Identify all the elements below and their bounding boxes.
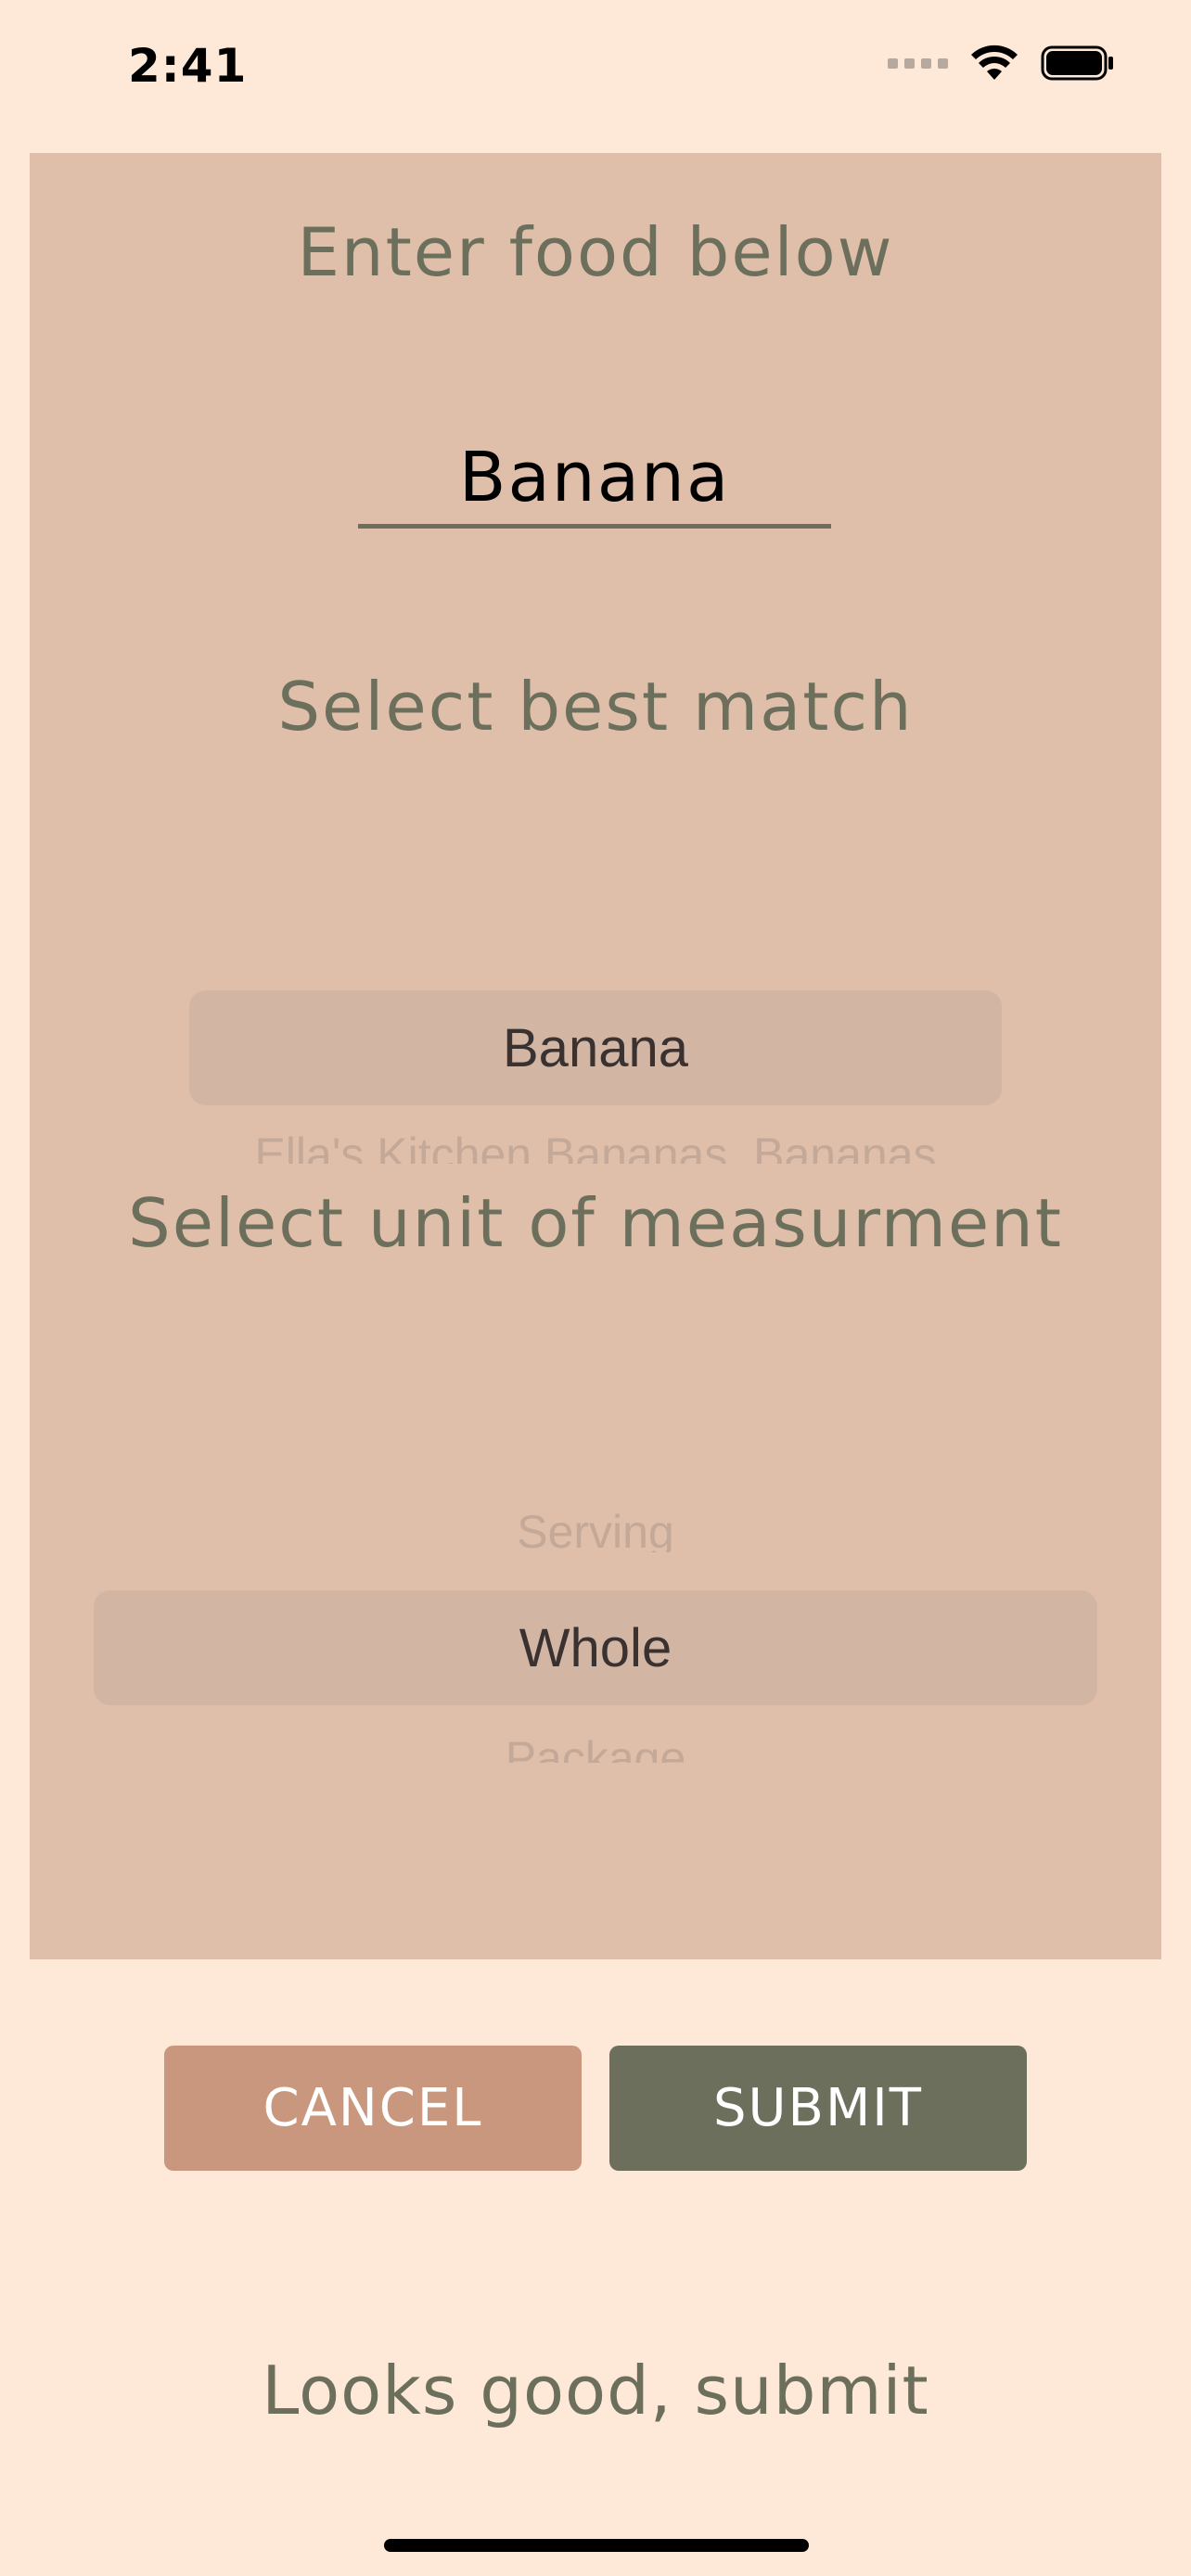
home-indicator[interactable]: [384, 2539, 809, 2552]
unit-picker-option-above[interactable]: Serving: [30, 1511, 1161, 1552]
unit-picker[interactable]: Serving Whole Package: [30, 1349, 1161, 1794]
food-input[interactable]: [358, 431, 831, 524]
food-input-field[interactable]: [358, 431, 831, 529]
select-unit-heading: Select unit of measurment: [127, 1184, 1063, 1262]
food-entry-panel: Enter food below Select best match Banan…: [30, 153, 1161, 1959]
match-picker-selected[interactable]: Banana: [189, 990, 1002, 1105]
select-match-heading: Select best match: [277, 668, 914, 746]
battery-icon: [1041, 45, 1113, 81]
wifi-icon: [971, 45, 1018, 80]
unit-picker-selected[interactable]: Whole: [94, 1590, 1097, 1705]
status-bar: 2:41: [0, 0, 1191, 139]
status-icons: [888, 45, 1115, 82]
unit-picker-option-below[interactable]: Package: [30, 1731, 1161, 1763]
cellular-signal-icon: [888, 57, 948, 69]
submit-button[interactable]: SUBMIT: [609, 2046, 1027, 2171]
status-hint: Looks good, submit: [262, 2352, 929, 2429]
match-picker[interactable]: Banana Ella's Kitchen Bananas, Bananas: [30, 835, 1161, 1168]
status-time: 2:41: [128, 39, 248, 93]
enter-food-heading: Enter food below: [297, 213, 894, 291]
cancel-button[interactable]: CANCEL: [164, 2046, 582, 2171]
match-picker-option[interactable]: Ella's Kitchen Bananas, Bananas: [30, 1127, 1161, 1164]
